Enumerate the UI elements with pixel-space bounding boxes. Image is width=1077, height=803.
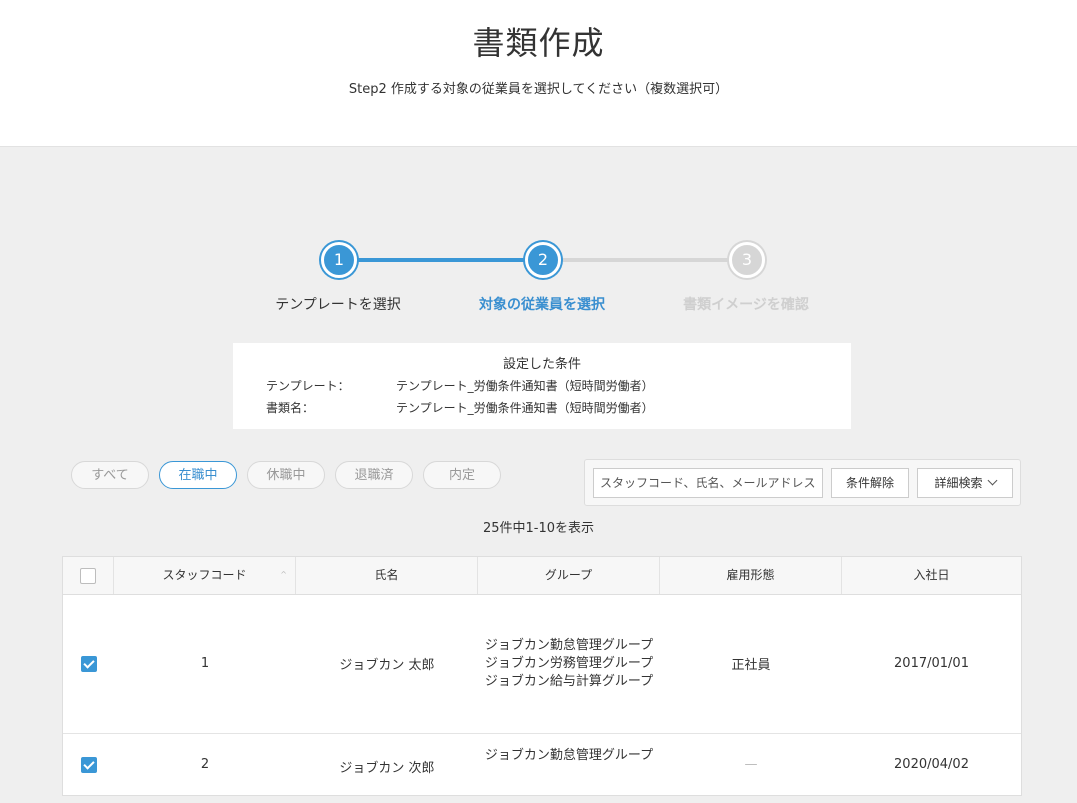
table-row[interactable]: 2 ジョブカン 次郎 ジョブカン勤怠管理グループ — 2020/04/02 (63, 733, 1021, 803)
employment-type-cell: 正社員 (731, 658, 771, 673)
stepper-line-complete (338, 258, 542, 262)
group-name: ジョブカン給与計算グループ (484, 673, 654, 689)
filter-employed[interactable]: 在職中 (159, 461, 237, 489)
step-2-label: 対象の従業員を選択 (479, 297, 605, 313)
group-name: ジョブカン勤怠管理グループ (484, 748, 654, 763)
result-count: 25件中1-10を表示 (482, 521, 595, 536)
advanced-search-label: 詳細検索 (934, 476, 983, 490)
stepper-line-pending (542, 258, 746, 262)
join-date-cell: 2017/01/01 (894, 656, 969, 671)
page-header: 書類作成 Step2 作成する対象の従業員を選択してください（複数選択可） (0, 0, 1077, 147)
employment-type-cell: — (744, 757, 758, 772)
search-input[interactable] (593, 468, 823, 498)
conditions-panel: 設定した条件 テンプレート： テンプレート_労働条件通知書（短時間労働者） 書類… (233, 343, 851, 429)
header-staff-code[interactable]: スタッフコード ^ (114, 557, 296, 594)
header-select-all-cell (63, 557, 114, 594)
condition-value: テンプレート_労働条件通知書（短時間労働者） (396, 379, 654, 393)
filter-on-leave[interactable]: 休職中 (247, 461, 325, 489)
filter-all[interactable]: すべて (71, 461, 149, 489)
row-checkbox[interactable] (80, 655, 97, 672)
name-cell: ジョブカン 次郎 (339, 761, 435, 776)
header-employment-type: 雇用形態 (660, 557, 842, 594)
step-1-label: テンプレートを選択 (275, 297, 401, 313)
select-all-checkbox[interactable] (80, 568, 96, 584)
step-3-label: 書類イメージを確認 (683, 297, 809, 313)
sort-icon: ^ (280, 570, 287, 579)
table-row[interactable]: 1 ジョブカン 太郎 ジョブカン勤怠管理グループ ジョブカン労務管理グループ ジ… (63, 594, 1021, 734)
condition-key: テンプレート： (266, 379, 350, 393)
step-3-circle: 3 (729, 242, 765, 278)
name-cell: ジョブカン 太郎 (339, 658, 435, 673)
header-name: 氏名 (296, 557, 478, 594)
group-cell: ジョブカン勤怠管理グループ (478, 733, 660, 803)
staff-code-cell: 2 (200, 757, 210, 772)
chevron-down-icon (987, 475, 997, 486)
header-label: スタッフコード (162, 568, 247, 582)
filter-offered[interactable]: 内定 (423, 461, 501, 489)
clear-conditions-button[interactable]: 条件解除 (831, 468, 909, 498)
page-subtitle: Step2 作成する対象の従業員を選択してください（複数選択可） (348, 82, 729, 97)
filter-retired[interactable]: 退職済 (335, 461, 413, 489)
table-header: スタッフコード ^ 氏名 グループ 雇用形態 入社日 (63, 557, 1021, 595)
condition-key: 書類名： (266, 401, 315, 415)
page-title: 書類作成 (472, 24, 605, 62)
step-1-circle: 1 (321, 242, 357, 278)
group-list: ジョブカン勤怠管理グループ ジョブカン労務管理グループ ジョブカン給与計算グルー… (484, 637, 654, 691)
staff-code-cell: 1 (200, 656, 210, 671)
row-select-cell (63, 594, 114, 733)
group-name: ジョブカン労務管理グループ (484, 655, 654, 671)
step-2-circle: 2 (525, 242, 561, 278)
group-cell: ジョブカン勤怠管理グループ ジョブカン労務管理グループ ジョブカン給与計算グルー… (478, 594, 660, 733)
row-checkbox[interactable] (80, 757, 97, 773)
header-join-date: 入社日 (913, 568, 950, 582)
row-select-cell (63, 733, 114, 803)
search-panel: 条件解除 詳細検索 (584, 459, 1021, 506)
conditions-title: 設定した条件 (502, 357, 581, 372)
condition-value: テンプレート_労働条件通知書（短時間労働者） (396, 401, 654, 415)
employee-table: スタッフコード ^ 氏名 グループ 雇用形態 入社日 1 ジョブカン 太郎 ジョブ… (62, 556, 1022, 796)
advanced-search-button[interactable]: 詳細検索 (917, 468, 1013, 498)
join-date-cell: 2020/04/02 (894, 757, 969, 772)
group-list: ジョブカン勤怠管理グループ (484, 747, 654, 765)
header-group: グループ (478, 557, 660, 594)
group-name: ジョブカン勤怠管理グループ (484, 637, 654, 653)
